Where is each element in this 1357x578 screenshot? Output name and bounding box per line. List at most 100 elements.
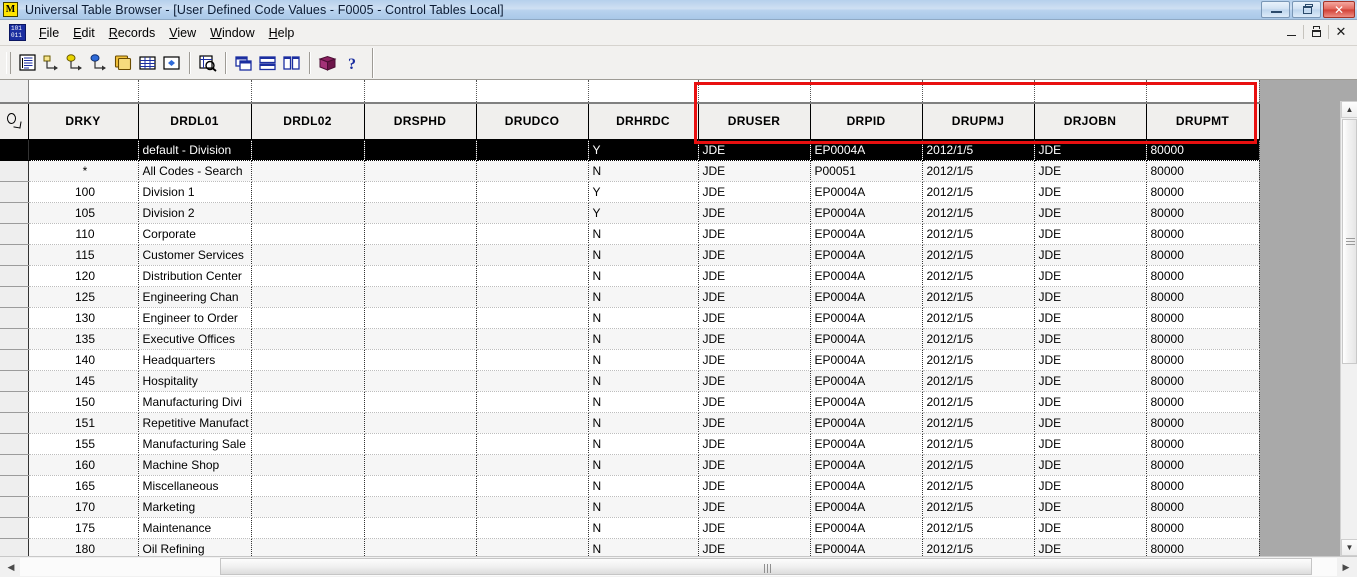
help-book-icon[interactable]: [316, 51, 340, 75]
mdi-minimize-button[interactable]: [1279, 22, 1303, 42]
row-selector-cell[interactable]: [0, 349, 29, 371]
cell-drdl01[interactable]: Manufacturing Sale: [138, 433, 252, 455]
row-selector-cell[interactable]: [0, 370, 29, 392]
cell-drupmj[interactable]: 2012/1/5: [922, 496, 1035, 518]
scroll-left-button[interactable]: ◀: [2, 558, 20, 576]
filter-cell-drupmj[interactable]: [922, 80, 1035, 104]
cell-drjobn[interactable]: JDE: [1034, 244, 1147, 266]
cell-drjobn[interactable]: JDE: [1034, 538, 1147, 556]
cell-drdl02[interactable]: [251, 475, 365, 497]
cell-drdl01[interactable]: Oil Refining: [138, 538, 252, 556]
row-selector-cell[interactable]: [0, 307, 29, 329]
cell-drky[interactable]: 105: [28, 202, 139, 224]
table-row[interactable]: 151 Repetitive Manufact N JDE EP0004A 2012/1/…: [0, 412, 1260, 434]
cell-drpid[interactable]: EP0004A: [810, 139, 923, 161]
cell-drupmt[interactable]: 80000: [1146, 223, 1260, 245]
cell-drdl02[interactable]: [251, 454, 365, 476]
cell-drky[interactable]: 170: [28, 496, 139, 518]
row-selector-cell[interactable]: [0, 202, 29, 224]
cell-drupmt[interactable]: 80000: [1146, 265, 1260, 287]
row-selector-cell[interactable]: [0, 328, 29, 350]
cell-drupmt[interactable]: 80000: [1146, 349, 1260, 371]
table-row[interactable]: 105 Division 2 Y JDE EP0004A 2012/1/5 JDE 80000: [0, 202, 1260, 224]
column-header-drudco[interactable]: DRUDCO: [476, 103, 589, 140]
cell-drupmt[interactable]: 80000: [1146, 517, 1260, 539]
cell-drky[interactable]: 135: [28, 328, 139, 350]
cell-drsphd[interactable]: [364, 433, 477, 455]
horizontal-scroll-thumb[interactable]: [220, 558, 1312, 575]
cell-drupmj[interactable]: 2012/1/5: [922, 475, 1035, 497]
menu-item-view[interactable]: View: [162, 24, 203, 42]
cell-drky[interactable]: 145: [28, 370, 139, 392]
cell-drupmj[interactable]: 2012/1/5: [922, 139, 1035, 161]
add-record-icon[interactable]: [40, 51, 64, 75]
table-row[interactable]: 175 Maintenance N JDE EP0004A 2012/1/5 JDE 8000…: [0, 517, 1260, 539]
cell-drpid[interactable]: EP0004A: [810, 433, 923, 455]
cell-drsphd[interactable]: [364, 454, 477, 476]
row-selector-cell[interactable]: [0, 244, 29, 266]
cell-drky[interactable]: 180: [28, 538, 139, 556]
cell-drhrdc[interactable]: N: [588, 391, 699, 413]
cell-drupmt[interactable]: 80000: [1146, 412, 1260, 434]
help-question-icon[interactable]: ?: [340, 51, 364, 75]
cell-drudco[interactable]: [476, 181, 589, 203]
cell-druser[interactable]: JDE: [698, 496, 811, 518]
row-selector-cell[interactable]: [0, 538, 29, 556]
table-row[interactable]: 100 Division 1 Y JDE EP0004A 2012/1/5 JDE 80000: [0, 181, 1260, 203]
table-row[interactable]: 180 Oil Refining N JDE EP0004A 2012/1/5 JDE 800…: [0, 538, 1260, 556]
cell-drky[interactable]: 100: [28, 181, 139, 203]
cell-drdl02[interactable]: [251, 391, 365, 413]
cell-drpid[interactable]: EP0004A: [810, 391, 923, 413]
cell-drdl02[interactable]: [251, 412, 365, 434]
cell-drky[interactable]: 125: [28, 286, 139, 308]
cell-drky[interactable]: *: [28, 160, 139, 182]
cell-drupmj[interactable]: 2012/1/5: [922, 265, 1035, 287]
cell-drupmj[interactable]: 2012/1/5: [922, 202, 1035, 224]
cell-drhrdc[interactable]: N: [588, 286, 699, 308]
cell-drjobn[interactable]: JDE: [1034, 223, 1147, 245]
cell-drhrdc[interactable]: N: [588, 307, 699, 329]
table-row[interactable]: 110 Corporate N JDE EP0004A 2012/1/5 JDE 80000: [0, 223, 1260, 245]
row-selector-cell[interactable]: [0, 433, 29, 455]
cell-drhrdc[interactable]: N: [588, 244, 699, 266]
cell-drpid[interactable]: P00051: [810, 160, 923, 182]
column-header-drjobn[interactable]: DRJOBN: [1034, 103, 1147, 140]
cell-drhrdc[interactable]: N: [588, 454, 699, 476]
cell-drdl02[interactable]: [251, 139, 365, 161]
cell-drky[interactable]: 151: [28, 412, 139, 434]
cell-drupmt[interactable]: 80000: [1146, 538, 1260, 556]
minimize-button[interactable]: [1261, 1, 1290, 18]
table-row[interactable]: 170 Marketing N JDE EP0004A 2012/1/5 JDE 80000: [0, 496, 1260, 518]
filter-cell-drudco[interactable]: [476, 80, 589, 104]
cell-drudco[interactable]: [476, 160, 589, 182]
cell-drpid[interactable]: EP0004A: [810, 307, 923, 329]
cell-drhrdc[interactable]: Y: [588, 202, 699, 224]
cell-drhrdc[interactable]: Y: [588, 139, 699, 161]
cell-drupmj[interactable]: 2012/1/5: [922, 517, 1035, 539]
toolbar-grip[interactable]: [6, 51, 11, 74]
cell-drupmj[interactable]: 2012/1/5: [922, 244, 1035, 266]
cell-drupmt[interactable]: 80000: [1146, 475, 1260, 497]
cell-drky[interactable]: [28, 139, 139, 161]
cell-drky[interactable]: 115: [28, 244, 139, 266]
table-row[interactable]: 165 Miscellaneous N JDE EP0004A 2012/1/5 JDE 80…: [0, 475, 1260, 497]
cell-drsphd[interactable]: [364, 517, 477, 539]
filter-cell-drsphd[interactable]: [364, 80, 477, 104]
cell-drsphd[interactable]: [364, 391, 477, 413]
cell-drpid[interactable]: EP0004A: [810, 538, 923, 556]
cell-drhrdc[interactable]: N: [588, 496, 699, 518]
cell-drudco[interactable]: [476, 286, 589, 308]
cell-drupmt[interactable]: 80000: [1146, 328, 1260, 350]
list-details-icon[interactable]: [16, 51, 40, 75]
cell-drky[interactable]: 140: [28, 349, 139, 371]
cell-drjobn[interactable]: JDE: [1034, 349, 1147, 371]
cascade-windows-icon[interactable]: [232, 51, 256, 75]
cell-drupmt[interactable]: 80000: [1146, 433, 1260, 455]
cell-drjobn[interactable]: JDE: [1034, 265, 1147, 287]
horizontal-scrollbar[interactable]: ◀ ▶: [0, 556, 1357, 577]
row-selector-header[interactable]: [0, 103, 29, 140]
menu-item-file[interactable]: File: [32, 24, 66, 42]
filter-cell-druser[interactable]: [698, 80, 811, 104]
table-row[interactable]: 115 Customer Services N JDE EP0004A 2012/1/5 J…: [0, 244, 1260, 266]
cell-drky[interactable]: 175: [28, 517, 139, 539]
